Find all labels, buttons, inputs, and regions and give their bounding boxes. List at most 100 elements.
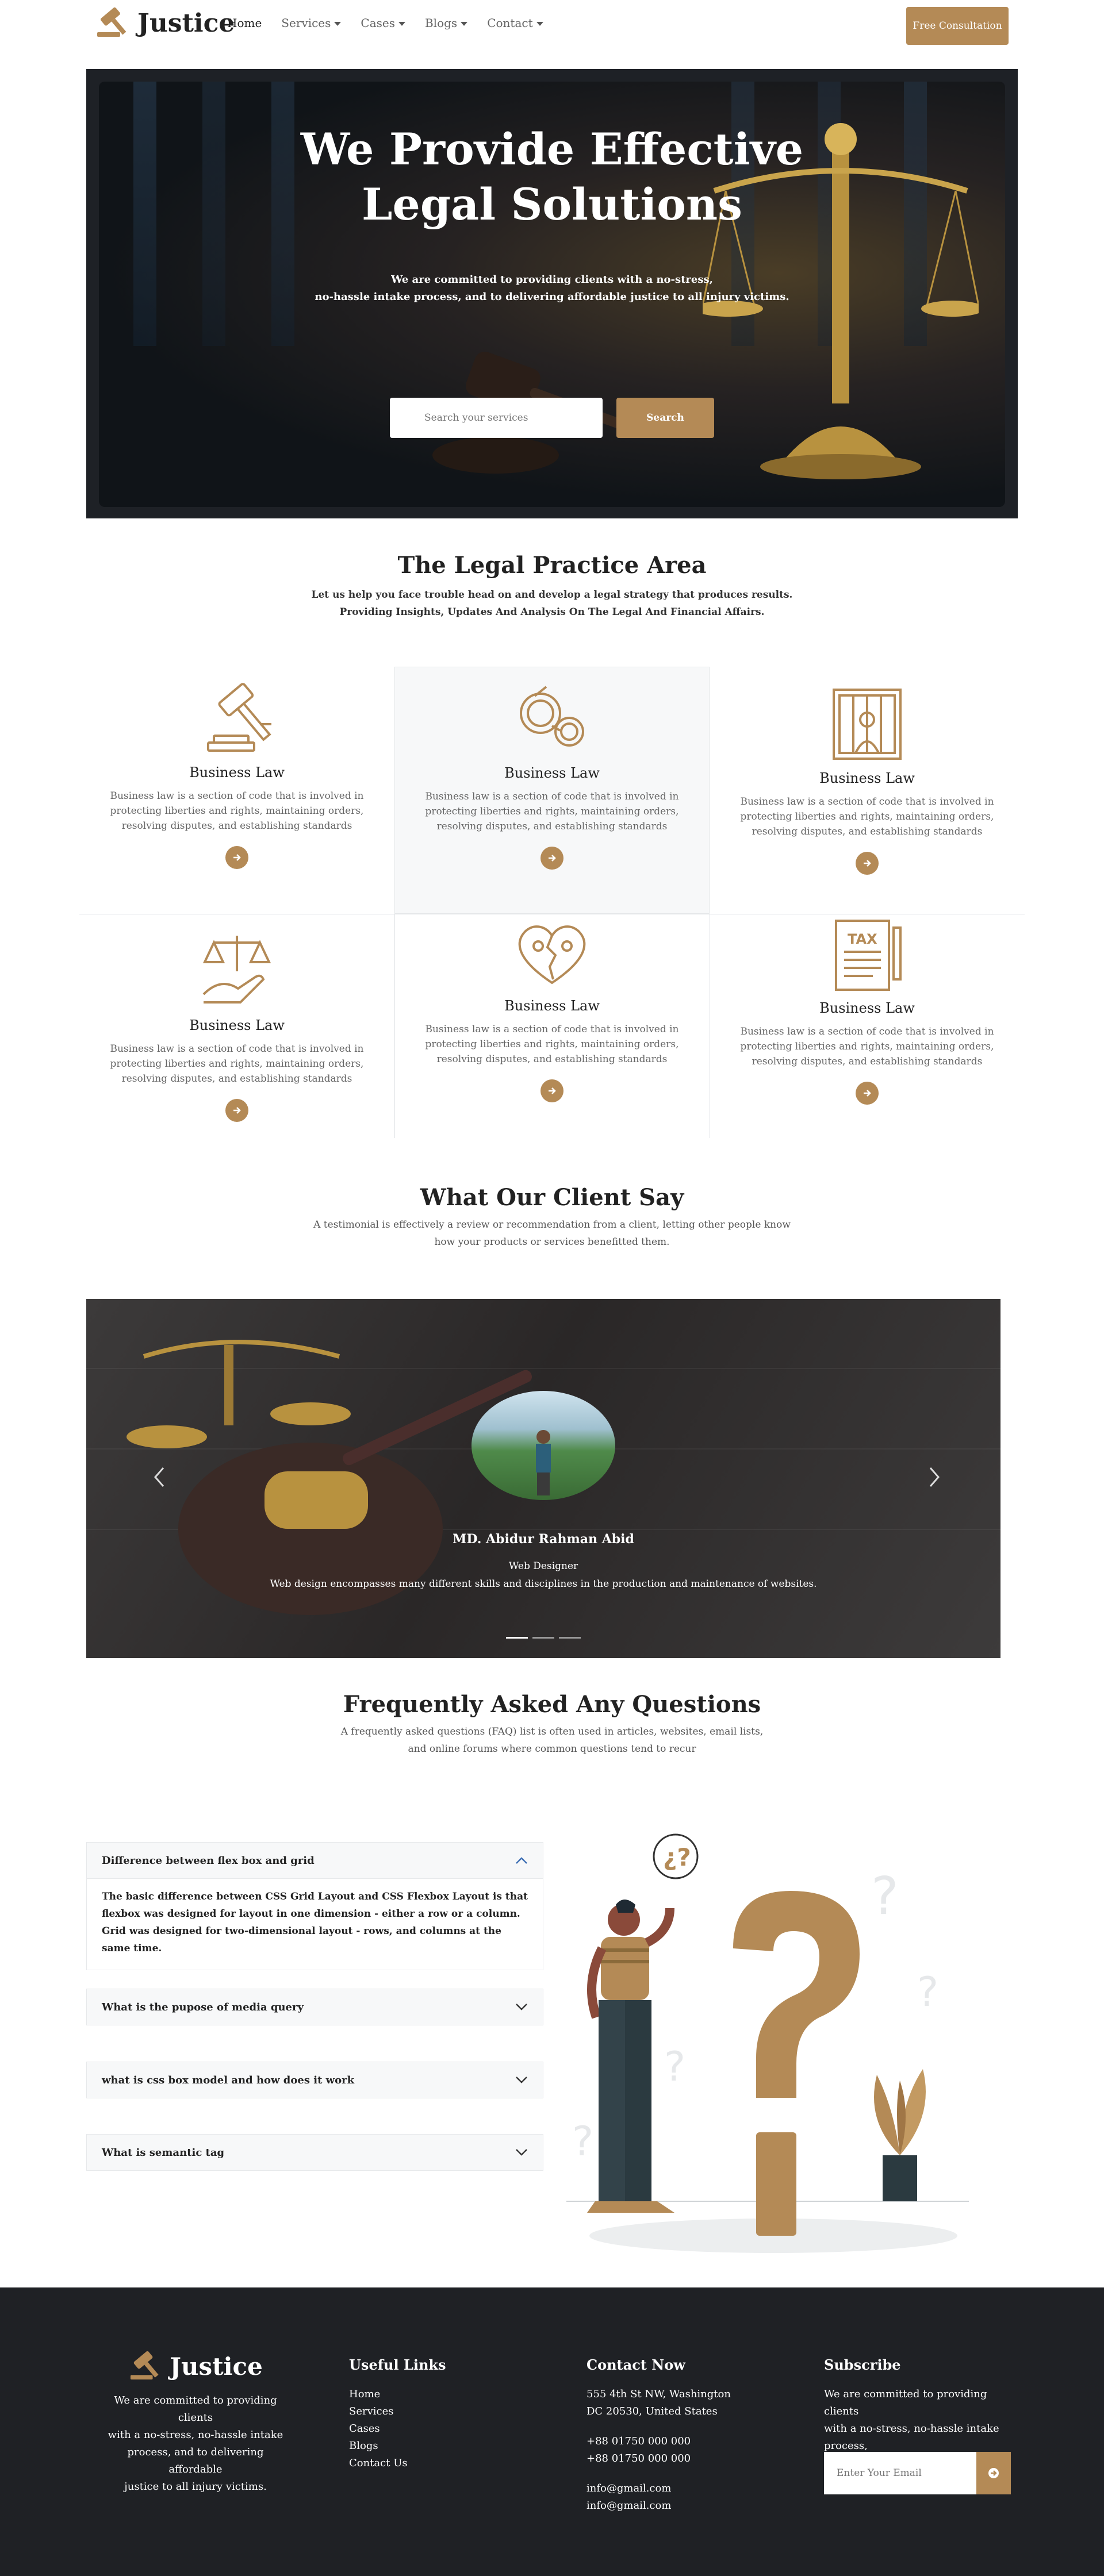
- faq-question-toggle[interactable]: what is css box model and how does it wo…: [87, 2062, 543, 2098]
- footer-phone[interactable]: +88 01750 000 000: [586, 2433, 770, 2450]
- carousel-indicator[interactable]: [506, 1637, 528, 1639]
- practice-card-title: Business Law: [189, 764, 285, 781]
- question-person-illustration: ? ? ? ? ¿?: [566, 1833, 969, 2253]
- arrow-right-icon: [233, 1107, 241, 1114]
- practice-card-desc: Business law is a section of code that i…: [425, 791, 679, 832]
- prison-bars-icon: [833, 689, 902, 760]
- handcuffs-icon: [520, 686, 584, 747]
- nav-link-contact[interactable]: Contact: [487, 16, 543, 30]
- practice-card-desc: Business law is a section of code that i…: [740, 796, 994, 837]
- search-button[interactable]: Search: [616, 398, 714, 438]
- footer-about-text: We are committed to providing clients wi…: [103, 2392, 288, 2496]
- person-photo-icon: [536, 1430, 551, 1495]
- arrow-right-button[interactable]: [225, 1099, 248, 1122]
- practice-card[interactable]: Business Law Business law is a section o…: [79, 914, 394, 1122]
- carousel-indicator[interactable]: [532, 1637, 554, 1639]
- nav-link-blogs[interactable]: Blogs: [424, 16, 468, 30]
- practice-card[interactable]: Business Law Business law is a section o…: [394, 920, 710, 1102]
- footer-phone[interactable]: +88 01750 000 000: [586, 2450, 770, 2467]
- svg-text:?: ?: [572, 2118, 593, 2165]
- footer-about-line: We are committed to providing clients: [114, 2394, 277, 2424]
- testimonial-name: MD. Abidur Rahman Abid: [453, 1532, 634, 1547]
- practice-card-desc: Business law is a section of code that i…: [425, 1024, 679, 1065]
- subscribe-submit-button[interactable]: [976, 2452, 1011, 2494]
- nav-link-label: Services: [281, 16, 331, 30]
- hero-background-image: We Provide Effective Legal Solutions We …: [99, 82, 1005, 507]
- nav-link-label: Cases: [361, 16, 395, 30]
- arrow-right-button[interactable]: [540, 847, 564, 870]
- search-input[interactable]: [390, 398, 603, 438]
- scales-gavel-background-illustration: [126, 1340, 532, 1615]
- practice-card-desc: Business law is a section of code that i…: [110, 790, 364, 832]
- gavel-logo-icon: [131, 2351, 159, 2380]
- brand-logo[interactable]: Justice: [95, 7, 235, 39]
- footer-email[interactable]: info@gmail.com: [586, 2497, 770, 2515]
- testimonials-subtitle-line1: A testimonial is effectively a review or…: [313, 1219, 791, 1231]
- footer-about: Justice We are committed to providing cl…: [103, 2351, 288, 2496]
- arrow-right-button[interactable]: [540, 1079, 564, 1102]
- free-consultation-button[interactable]: Free Consultation: [906, 7, 1009, 45]
- hero-title: We Provide Effective Legal Solutions: [99, 122, 1005, 232]
- faq-title: Frequently Asked Any Questions: [343, 1691, 761, 1718]
- faq-item: Difference between flex box and grid The…: [86, 1842, 543, 1970]
- arrow-right-button[interactable]: [856, 852, 879, 875]
- practice-card[interactable]: Business Law Business law is a section o…: [394, 667, 710, 914]
- practice-grid: Business Law Business law is a section o…: [79, 667, 1025, 1138]
- subscribe-email-input[interactable]: [824, 2452, 976, 2494]
- arrow-right-button[interactable]: [225, 846, 248, 869]
- gavel-logo-icon: [97, 7, 126, 37]
- testimonial-role: Web Designer: [508, 1560, 578, 1572]
- svg-text:TAX: TAX: [848, 931, 877, 947]
- svg-text:?: ?: [917, 1968, 938, 2016]
- carousel-prev-arrow-icon[interactable]: [151, 1466, 168, 1489]
- arrow-right-button[interactable]: [856, 1082, 879, 1105]
- faq-subtitle: A frequently asked questions (FAQ) list …: [0, 1723, 1104, 1758]
- tax-document-icon: TAX: [835, 920, 902, 991]
- chevron-down-icon: [516, 2149, 527, 2156]
- footer-contact-title: Contact Now: [586, 2356, 685, 2373]
- gavel-icon: [207, 683, 271, 752]
- nav-link-label: Contact: [487, 16, 533, 30]
- footer-brand[interactable]: Justice: [103, 2351, 288, 2382]
- caret-down-icon: [334, 22, 342, 26]
- footer-about-line: justice to all injury victims.: [124, 2481, 267, 2493]
- footer-link-blogs[interactable]: Blogs: [349, 2437, 522, 2455]
- footer-link-home[interactable]: Home: [349, 2386, 522, 2403]
- carousel-indicators: [506, 1637, 581, 1639]
- chevron-down-icon: [516, 2077, 527, 2083]
- hero-title-line2: Legal Solutions: [362, 179, 742, 230]
- footer-links-title: Useful Links: [349, 2356, 446, 2373]
- faq-question: what is css box model and how does it wo…: [102, 2074, 355, 2086]
- nav-link-home[interactable]: Home: [227, 16, 262, 30]
- testimonial-avatar: [471, 1391, 615, 1500]
- broken-heart-family-icon: [518, 925, 586, 985]
- nav-link-label: Blogs: [424, 16, 458, 30]
- hero-section: We Provide Effective Legal Solutions We …: [86, 69, 1018, 518]
- arrow-right-icon: [233, 854, 241, 861]
- footer-link-services[interactable]: Services: [349, 2403, 522, 2420]
- testimonial-quote: Web design encompasses many different sk…: [270, 1578, 817, 1590]
- footer-link-cases[interactable]: Cases: [349, 2420, 522, 2437]
- faq-question-toggle[interactable]: What is semantic tag: [87, 2135, 543, 2170]
- carousel-next-arrow-icon[interactable]: [926, 1466, 943, 1489]
- practice-card-title: Business Law: [189, 1017, 285, 1033]
- practice-card[interactable]: Business Law Business law is a section o…: [710, 684, 1025, 875]
- svg-text:?: ?: [664, 2043, 685, 2090]
- caret-down-icon: [461, 22, 468, 26]
- testimonial-carousel: MD. Abidur Rahman Abid Web Designer Web …: [86, 1299, 1000, 1658]
- practice-card[interactable]: Business Law Business law is a section o…: [79, 678, 394, 869]
- footer-email[interactable]: info@gmail.com: [586, 2480, 770, 2497]
- faq-question-toggle[interactable]: What is the pupose of media query: [87, 1989, 543, 2025]
- nav-link-cases[interactable]: Cases: [361, 16, 405, 30]
- nav-link-services[interactable]: Services: [281, 16, 342, 30]
- brand-name: Justice: [137, 8, 235, 38]
- nav-links: Home Services Cases Blogs Contact: [227, 16, 543, 30]
- faq-question-toggle[interactable]: Difference between flex box and grid: [87, 1843, 543, 1878]
- caret-down-icon: [536, 22, 543, 26]
- practice-card[interactable]: TAX Business Law Business law is a secti…: [710, 914, 1025, 1105]
- hero-subtitle-line2: no-hassle intake process, and to deliver…: [315, 291, 789, 303]
- faq-item: What is the pupose of media query: [86, 1989, 543, 2025]
- footer-brand-name: Justice: [170, 2352, 263, 2381]
- carousel-indicator[interactable]: [559, 1637, 581, 1639]
- footer-link-contact[interactable]: Contact Us: [349, 2455, 522, 2472]
